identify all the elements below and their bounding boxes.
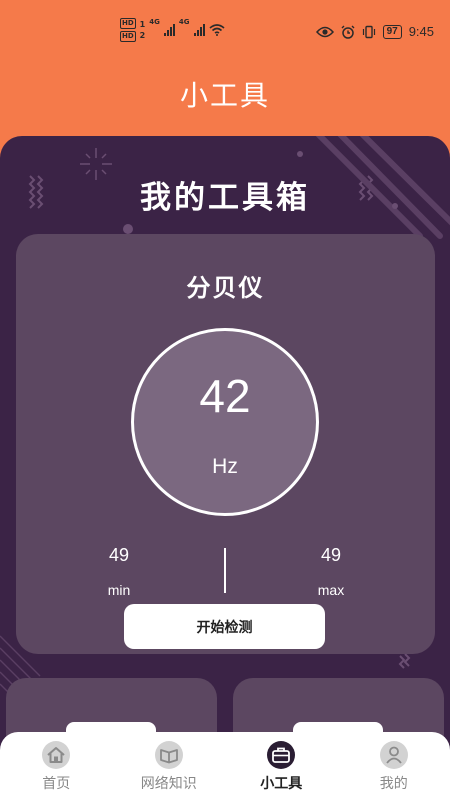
max-stat: 49 max bbox=[291, 544, 371, 598]
network-type-1: 4G bbox=[149, 18, 160, 26]
vibrate-icon bbox=[362, 25, 375, 38]
battery-indicator: 97 bbox=[382, 24, 402, 39]
max-value: 49 bbox=[320, 545, 342, 565]
min-stat: 49 min bbox=[79, 544, 159, 598]
bottom-tab-bar: 首页 网络知识 小工具 我的 bbox=[0, 732, 450, 800]
hd-indicators: HD HD bbox=[120, 18, 136, 42]
eye-icon bbox=[315, 26, 334, 37]
decibel-value: 42 bbox=[199, 370, 251, 422]
decibel-meter-card: 分贝仪 42 Hz 49 min 49 max 开始检测 bbox=[16, 234, 435, 654]
signal-icon-2 bbox=[193, 24, 205, 36]
status-left: HD HD 1 2 4G 4G bbox=[120, 18, 225, 42]
max-label: max bbox=[317, 582, 345, 598]
decibel-dial: 42 Hz bbox=[131, 328, 319, 516]
network-type-2: 4G bbox=[178, 18, 190, 26]
min-value: 49 bbox=[108, 545, 130, 565]
tab-profile[interactable]: 我的 bbox=[338, 732, 450, 800]
toolbox-icon bbox=[266, 740, 296, 770]
tab-network-knowledge-label: 网络知识 bbox=[140, 776, 197, 792]
alarm-icon bbox=[341, 25, 355, 39]
hd-indicator-2: HD bbox=[120, 31, 136, 42]
signal-icon-1 bbox=[163, 24, 175, 36]
toolbox-panel: 我的工具箱 分贝仪 42 Hz 49 min 49 max 开始检测 bbox=[0, 136, 450, 800]
tab-tools[interactable]: 小工具 bbox=[225, 732, 338, 800]
sim-1-label: 1 bbox=[139, 20, 146, 29]
toolbox-heading: 我的工具箱 bbox=[140, 180, 310, 216]
tab-tools-label: 小工具 bbox=[260, 776, 303, 792]
status-right: 97 9:45 bbox=[315, 24, 434, 39]
status-time: 9:45 bbox=[408, 24, 434, 39]
tab-profile-label: 我的 bbox=[379, 776, 408, 792]
profile-icon bbox=[379, 740, 409, 770]
home-icon bbox=[41, 740, 71, 770]
book-icon bbox=[154, 740, 184, 770]
tab-network-knowledge[interactable]: 网络知识 bbox=[113, 732, 226, 800]
wifi-icon bbox=[208, 24, 225, 36]
page-title: 小工具 bbox=[179, 79, 270, 112]
tab-home-label: 首页 bbox=[42, 776, 71, 792]
start-detection-button[interactable]: 开始检测 bbox=[124, 604, 325, 649]
stat-divider bbox=[224, 548, 226, 593]
sim-indicators: 1 2 bbox=[140, 20, 146, 40]
hd-indicator-1: HD bbox=[120, 18, 136, 29]
decibel-meter-title: 分贝仪 bbox=[186, 274, 265, 302]
tab-home[interactable]: 首页 bbox=[0, 732, 113, 800]
min-label: min bbox=[107, 582, 131, 598]
decibel-unit: Hz bbox=[212, 455, 238, 478]
sim-2-label: 2 bbox=[139, 31, 146, 40]
status-bar: HD HD 1 2 4G 4G 97 9:45 bbox=[0, 0, 450, 66]
